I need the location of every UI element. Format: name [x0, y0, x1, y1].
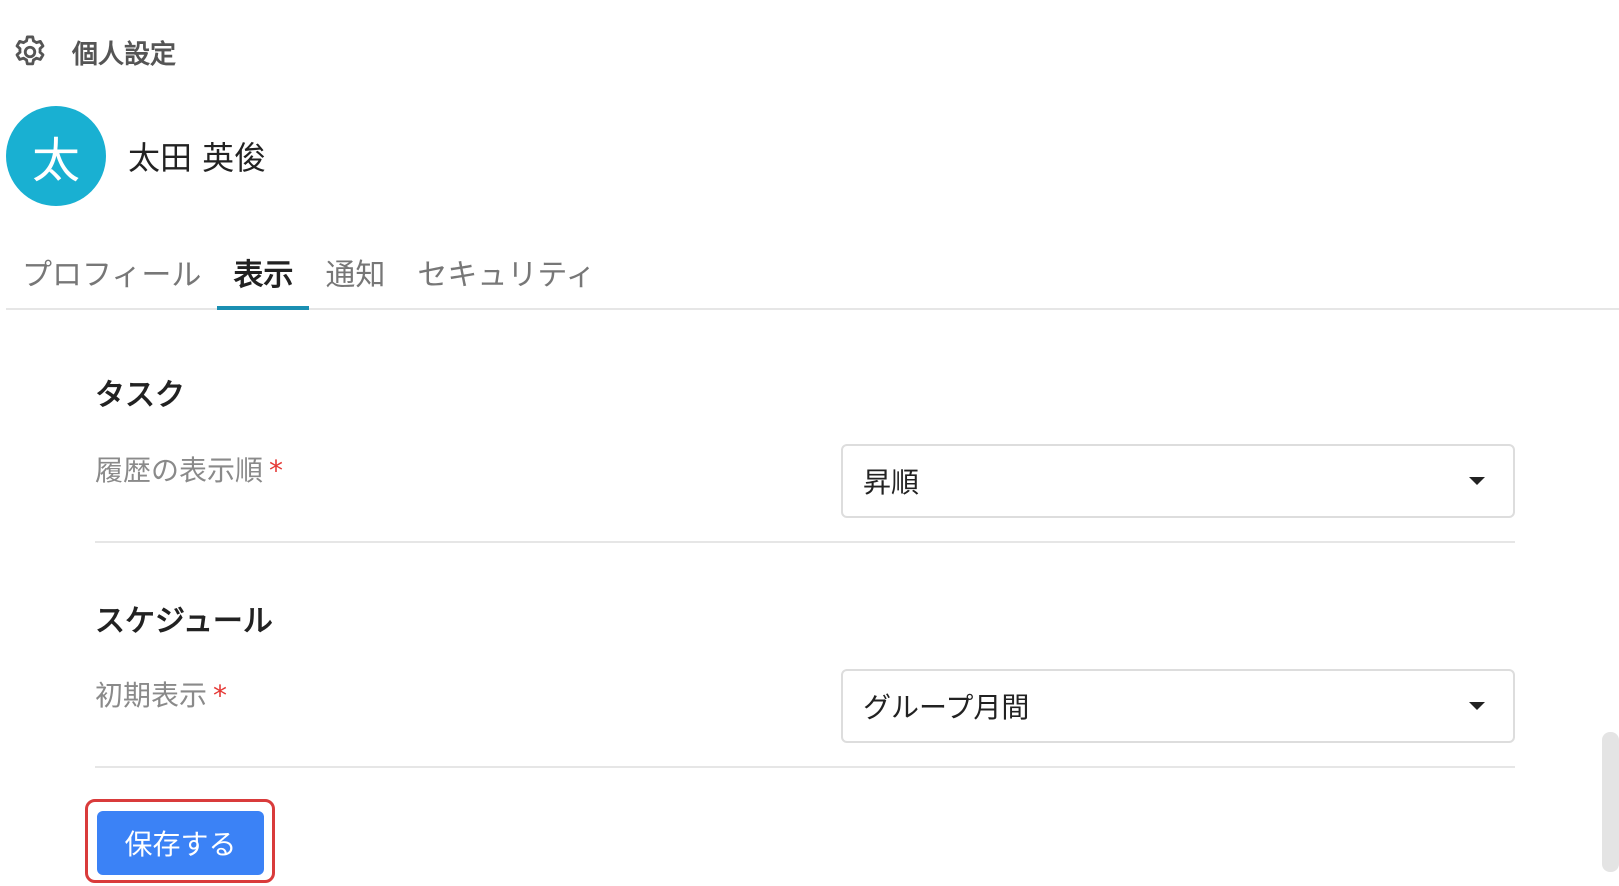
save-button[interactable]: 保存する — [97, 811, 264, 875]
divider — [95, 766, 1515, 768]
field-label-history-order: 履歴の表示順 * — [95, 449, 283, 489]
settings-tabs: プロフィール 表示 通知 セキュリティ — [6, 236, 1619, 310]
history-order-value: 昇順 — [863, 466, 920, 499]
tab-profile[interactable]: プロフィール — [6, 238, 217, 310]
field-label-text: 初期表示 — [95, 679, 208, 712]
user-profile-row: 太 太田 英俊 — [6, 106, 266, 206]
caret-down-icon — [1469, 477, 1485, 485]
required-mark: * — [269, 454, 284, 487]
tab-notifications[interactable]: 通知 — [309, 238, 401, 310]
tab-security[interactable]: セキュリティ — [401, 238, 611, 310]
divider — [95, 541, 1515, 543]
field-label-text: 履歴の表示順 — [95, 454, 264, 487]
initial-view-value: グループ月間 — [863, 691, 1030, 724]
tab-display[interactable]: 表示 — [217, 238, 310, 310]
field-label-initial-view: 初期表示 * — [95, 674, 227, 714]
personal-settings-page: 個人設定 太 太田 英俊 プロフィール 表示 通知 セキュリティ タスク 履歴の… — [0, 0, 1619, 886]
page-header: 個人設定 — [10, 30, 176, 74]
caret-down-icon — [1469, 702, 1485, 710]
section-title-task: タスク — [95, 378, 185, 413]
page-title: 個人設定 — [72, 39, 177, 70]
initial-view-select[interactable]: グループ月間 — [841, 669, 1515, 743]
avatar: 太 — [6, 106, 106, 206]
user-name: 太田 英俊 — [128, 139, 267, 177]
section-title-schedule: スケジュール — [95, 604, 273, 639]
gear-icon — [10, 32, 50, 72]
required-mark: * — [213, 679, 228, 712]
scrollbar[interactable] — [1602, 732, 1619, 872]
history-order-select[interactable]: 昇順 — [841, 444, 1515, 518]
